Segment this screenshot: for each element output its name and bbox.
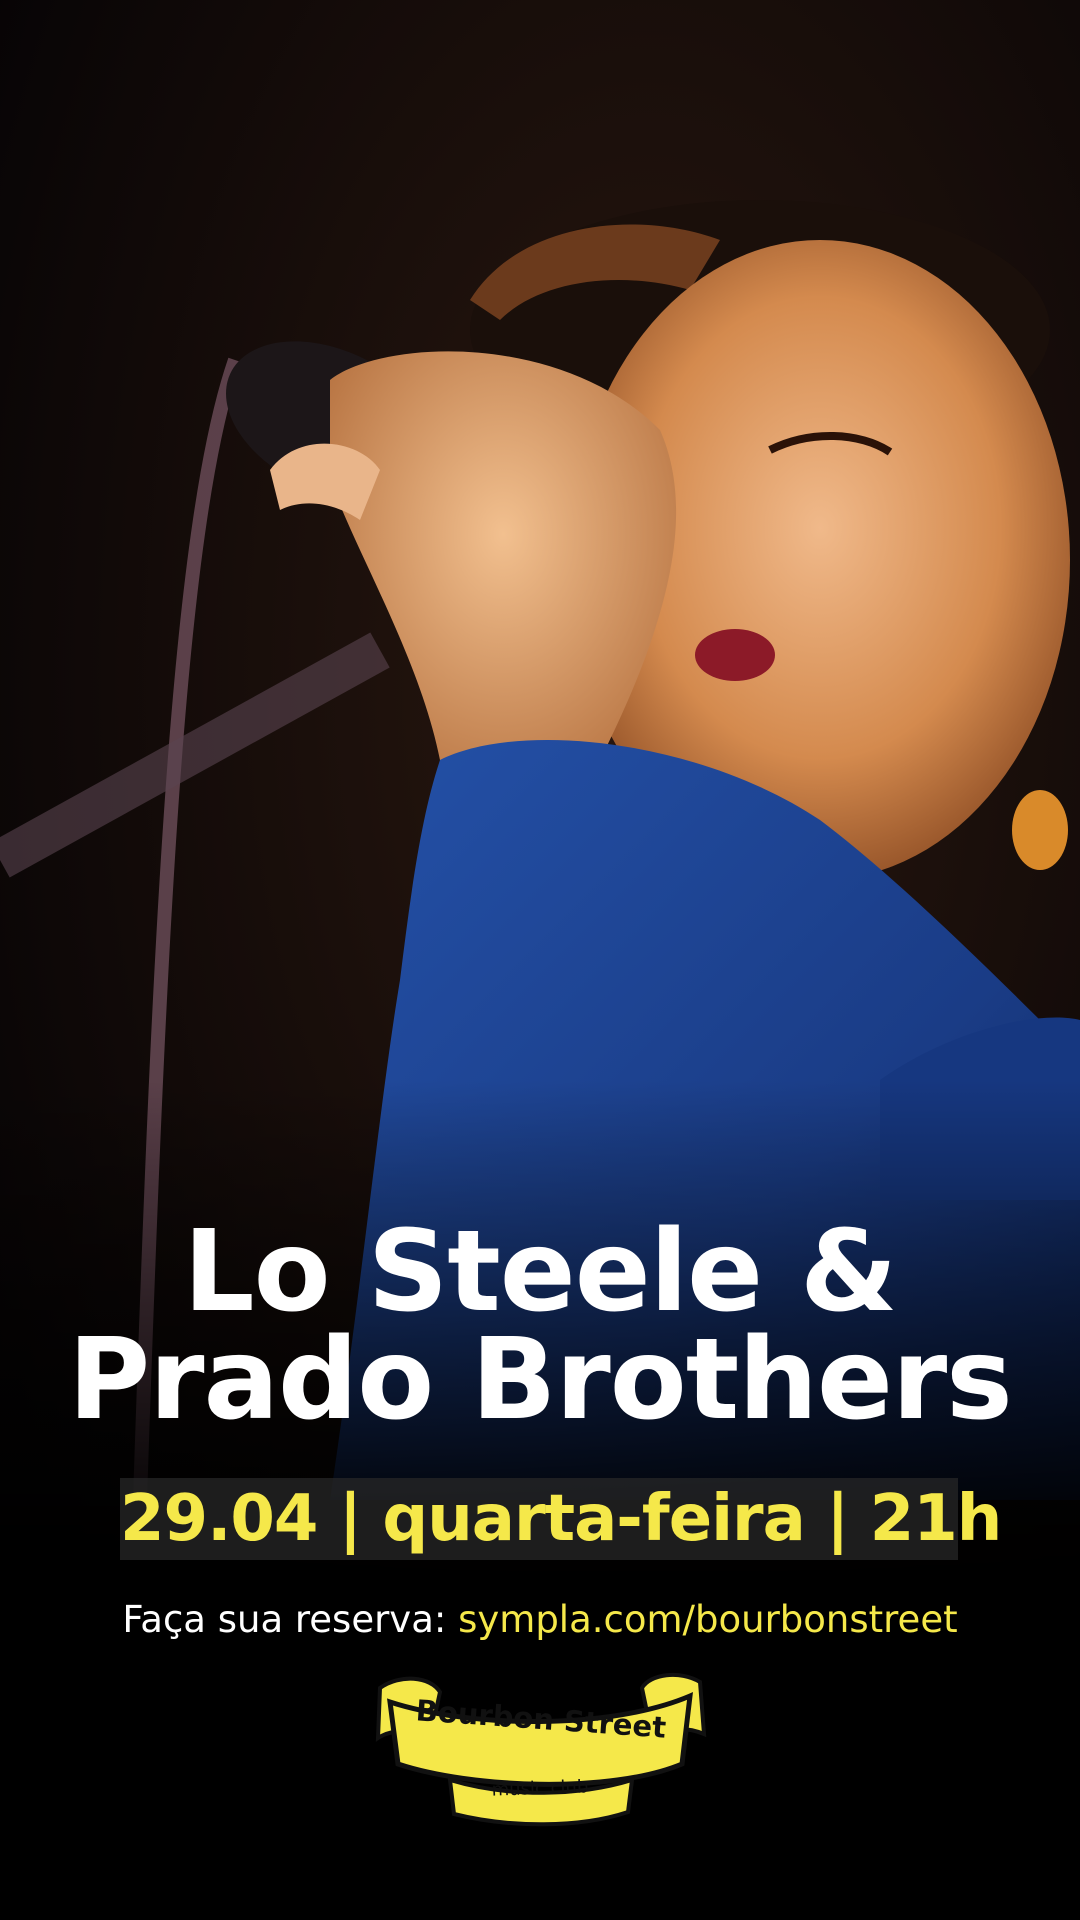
event-date-time: 29.04 | quarta-feira | 21h [120, 1478, 1002, 1560]
reservation-label: Faça sua reserva: [122, 1598, 447, 1641]
event-poster: Lo Steele & Prado Brothers 29.04 | quart… [0, 0, 1080, 1920]
bourbon-street-logo: Bourbon Street music club [370, 1668, 710, 1828]
artist-title-line-2: Prado Brothers [68, 1315, 1013, 1445]
reservation-link[interactable]: sympla.com/bourbonstreet [458, 1598, 957, 1641]
artist-title-line-1: Lo Steele & [183, 1207, 897, 1337]
reservation-line: Faça sua reserva: sympla.com/bourbonstre… [0, 1596, 1080, 1644]
